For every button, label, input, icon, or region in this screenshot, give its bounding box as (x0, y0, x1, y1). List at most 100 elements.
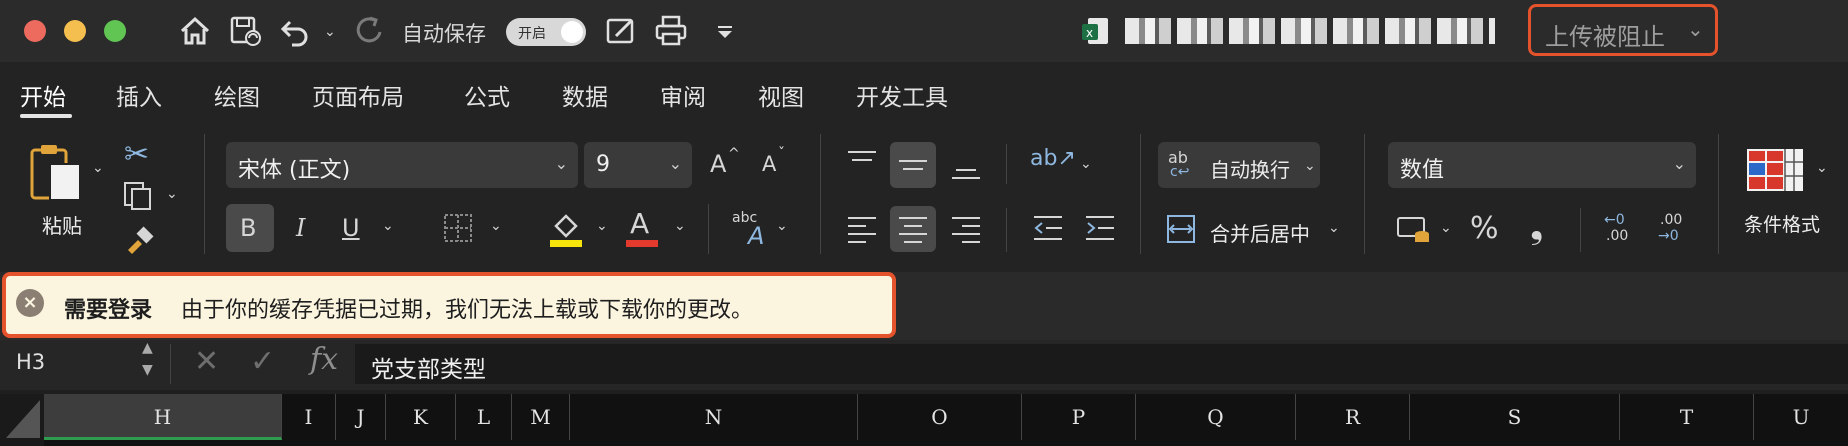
font-color-icon[interactable]: A (630, 210, 649, 238)
paste-chevron-down-icon[interactable]: ⌄ (92, 160, 104, 176)
undo-icon[interactable] (278, 14, 312, 48)
align-top-icon[interactable] (846, 150, 878, 174)
increase-indent-icon[interactable] (1084, 214, 1116, 242)
home-icon[interactable] (178, 14, 212, 48)
autosave-toggle[interactable]: 开启 (506, 18, 586, 46)
cancel-entry-icon[interactable]: ✕ (194, 344, 219, 379)
print-icon[interactable] (654, 14, 688, 48)
name-box[interactable]: H3 (16, 350, 45, 374)
phonetic-guide-icon[interactable]: A (748, 224, 764, 248)
column-header-p[interactable]: P (1022, 394, 1136, 440)
column-header-r[interactable]: R (1296, 394, 1410, 440)
number-format-value: 数值 (1400, 158, 1445, 183)
shrink-arrow-icon: ˇ (778, 146, 785, 162)
save-sync-icon[interactable] (228, 14, 262, 48)
insert-function-icon[interactable]: fx (310, 342, 338, 377)
grow-arrow-icon: ^ (728, 146, 740, 162)
tab-developer[interactable]: 开发工具 (856, 78, 948, 112)
ribbon-separator (1364, 134, 1365, 254)
column-header-m[interactable]: M (512, 394, 570, 440)
align-right-icon[interactable] (950, 214, 982, 244)
accounting-chevron-down-icon[interactable]: ⌄ (1440, 220, 1452, 236)
column-header-n[interactable]: N (570, 394, 858, 440)
tab-home[interactable]: 开始 (20, 78, 66, 112)
tab-draw[interactable]: 绘图 (214, 78, 260, 112)
name-box-up-icon[interactable]: ▲ (142, 340, 153, 356)
phonetic-chevron-down-icon[interactable]: ⌄ (776, 218, 788, 234)
ribbon-separator (1580, 208, 1581, 252)
text-orientation-icon[interactable]: ab↗ (1030, 148, 1076, 170)
paste-icon[interactable] (28, 142, 84, 204)
column-header-i[interactable]: I (282, 394, 336, 440)
conditional-format-chevron-down-icon[interactable]: ⌄ (1816, 160, 1828, 176)
tab-insert[interactable]: 插入 (116, 78, 162, 112)
edit-document-icon[interactable] (604, 14, 638, 48)
comma-style-button[interactable]: ❟ (1530, 210, 1543, 244)
column-header-t[interactable]: T (1620, 394, 1754, 440)
underline-chevron-down-icon[interactable]: ⌄ (382, 218, 394, 234)
decrease-indent-icon[interactable] (1032, 214, 1064, 242)
chevron-down-icon: ⌄ (554, 154, 568, 173)
undo-chevron-down-icon[interactable]: ⌄ (324, 24, 336, 40)
font-color-chevron-down-icon[interactable]: ⌄ (674, 218, 686, 234)
formula-input[interactable]: 党支部类型 (355, 344, 1848, 384)
column-header-j[interactable]: J (336, 394, 386, 440)
zoom-window-button[interactable] (104, 20, 126, 42)
align-middle-icon[interactable] (897, 153, 929, 177)
tab-formulas[interactable]: 公式 (464, 78, 510, 112)
fill-color-icon[interactable] (548, 208, 584, 248)
svg-text:x: x (1086, 26, 1093, 40)
name-box-down-icon[interactable]: ▼ (142, 362, 153, 378)
increase-decimal-top[interactable]: ←0 (1604, 212, 1625, 228)
borders-chevron-down-icon[interactable]: ⌄ (490, 218, 502, 234)
merge-center-icon[interactable] (1166, 214, 1196, 244)
ribbon-separator (204, 134, 205, 254)
column-header-h[interactable]: H (44, 394, 282, 440)
format-painter-icon[interactable] (122, 224, 156, 258)
column-header-q[interactable]: Q (1136, 394, 1296, 440)
tab-review[interactable]: 审阅 (660, 78, 706, 112)
accounting-format-icon[interactable] (1396, 214, 1432, 246)
column-header-u[interactable]: U (1754, 394, 1848, 440)
decrease-decimal-top[interactable]: .00 (1660, 212, 1682, 228)
customize-toolbar-icon[interactable] (708, 14, 742, 48)
column-header-l[interactable]: L (456, 394, 512, 440)
minimize-window-button[interactable] (64, 20, 86, 42)
confirm-entry-icon[interactable]: ✓ (250, 344, 275, 379)
percent-style-button[interactable]: % (1470, 214, 1499, 244)
tab-data[interactable]: 数据 (562, 78, 608, 112)
tab-page-layout[interactable]: 页面布局 (312, 78, 404, 112)
font-size-select[interactable]: 9 ⌄ (584, 142, 692, 188)
align-bottom-icon[interactable] (950, 156, 982, 182)
borders-icon[interactable] (442, 212, 474, 244)
shrink-font-icon[interactable]: A (762, 154, 776, 175)
tab-view[interactable]: 视图 (758, 78, 804, 112)
font-name-select[interactable]: 宋体 (正文) ⌄ (226, 142, 578, 188)
align-left-icon[interactable] (846, 214, 878, 244)
orientation-chevron-down-icon[interactable]: ⌄ (1080, 156, 1092, 172)
column-header-o[interactable]: O (858, 394, 1022, 440)
cut-scissors-icon[interactable]: ✂ (124, 140, 149, 170)
grow-font-icon[interactable]: A (710, 152, 726, 176)
wrap-arrow-icon: c↩ (1170, 164, 1190, 180)
copy-icon[interactable] (122, 180, 154, 212)
bold-button[interactable]: B (240, 216, 256, 240)
number-format-select[interactable]: 数值 ⌄ (1388, 142, 1696, 188)
merge-center-label[interactable]: 合并后居中 (1210, 218, 1310, 247)
copy-chevron-down-icon[interactable]: ⌄ (166, 186, 178, 202)
upload-status-menu[interactable]: 上传被阻止 ⌄ (1528, 4, 1718, 56)
conditional-format-icon[interactable] (1746, 148, 1804, 192)
fill-color-chevron-down-icon[interactable]: ⌄ (596, 218, 608, 234)
close-window-button[interactable] (24, 20, 46, 42)
merge-chevron-down-icon[interactable]: ⌄ (1328, 220, 1340, 236)
close-icon[interactable]: × (16, 289, 44, 317)
paste-label: 粘贴 (42, 214, 82, 238)
wrap-chevron-down-icon[interactable]: ⌄ (1304, 158, 1316, 174)
select-all-corner[interactable] (0, 394, 44, 446)
column-header-s[interactable]: S (1410, 394, 1620, 440)
redo-icon[interactable] (352, 14, 386, 48)
italic-button[interactable]: I (296, 216, 305, 240)
underline-button[interactable]: U (342, 216, 360, 240)
align-center-icon[interactable] (897, 214, 929, 244)
column-header-k[interactable]: K (386, 394, 456, 440)
